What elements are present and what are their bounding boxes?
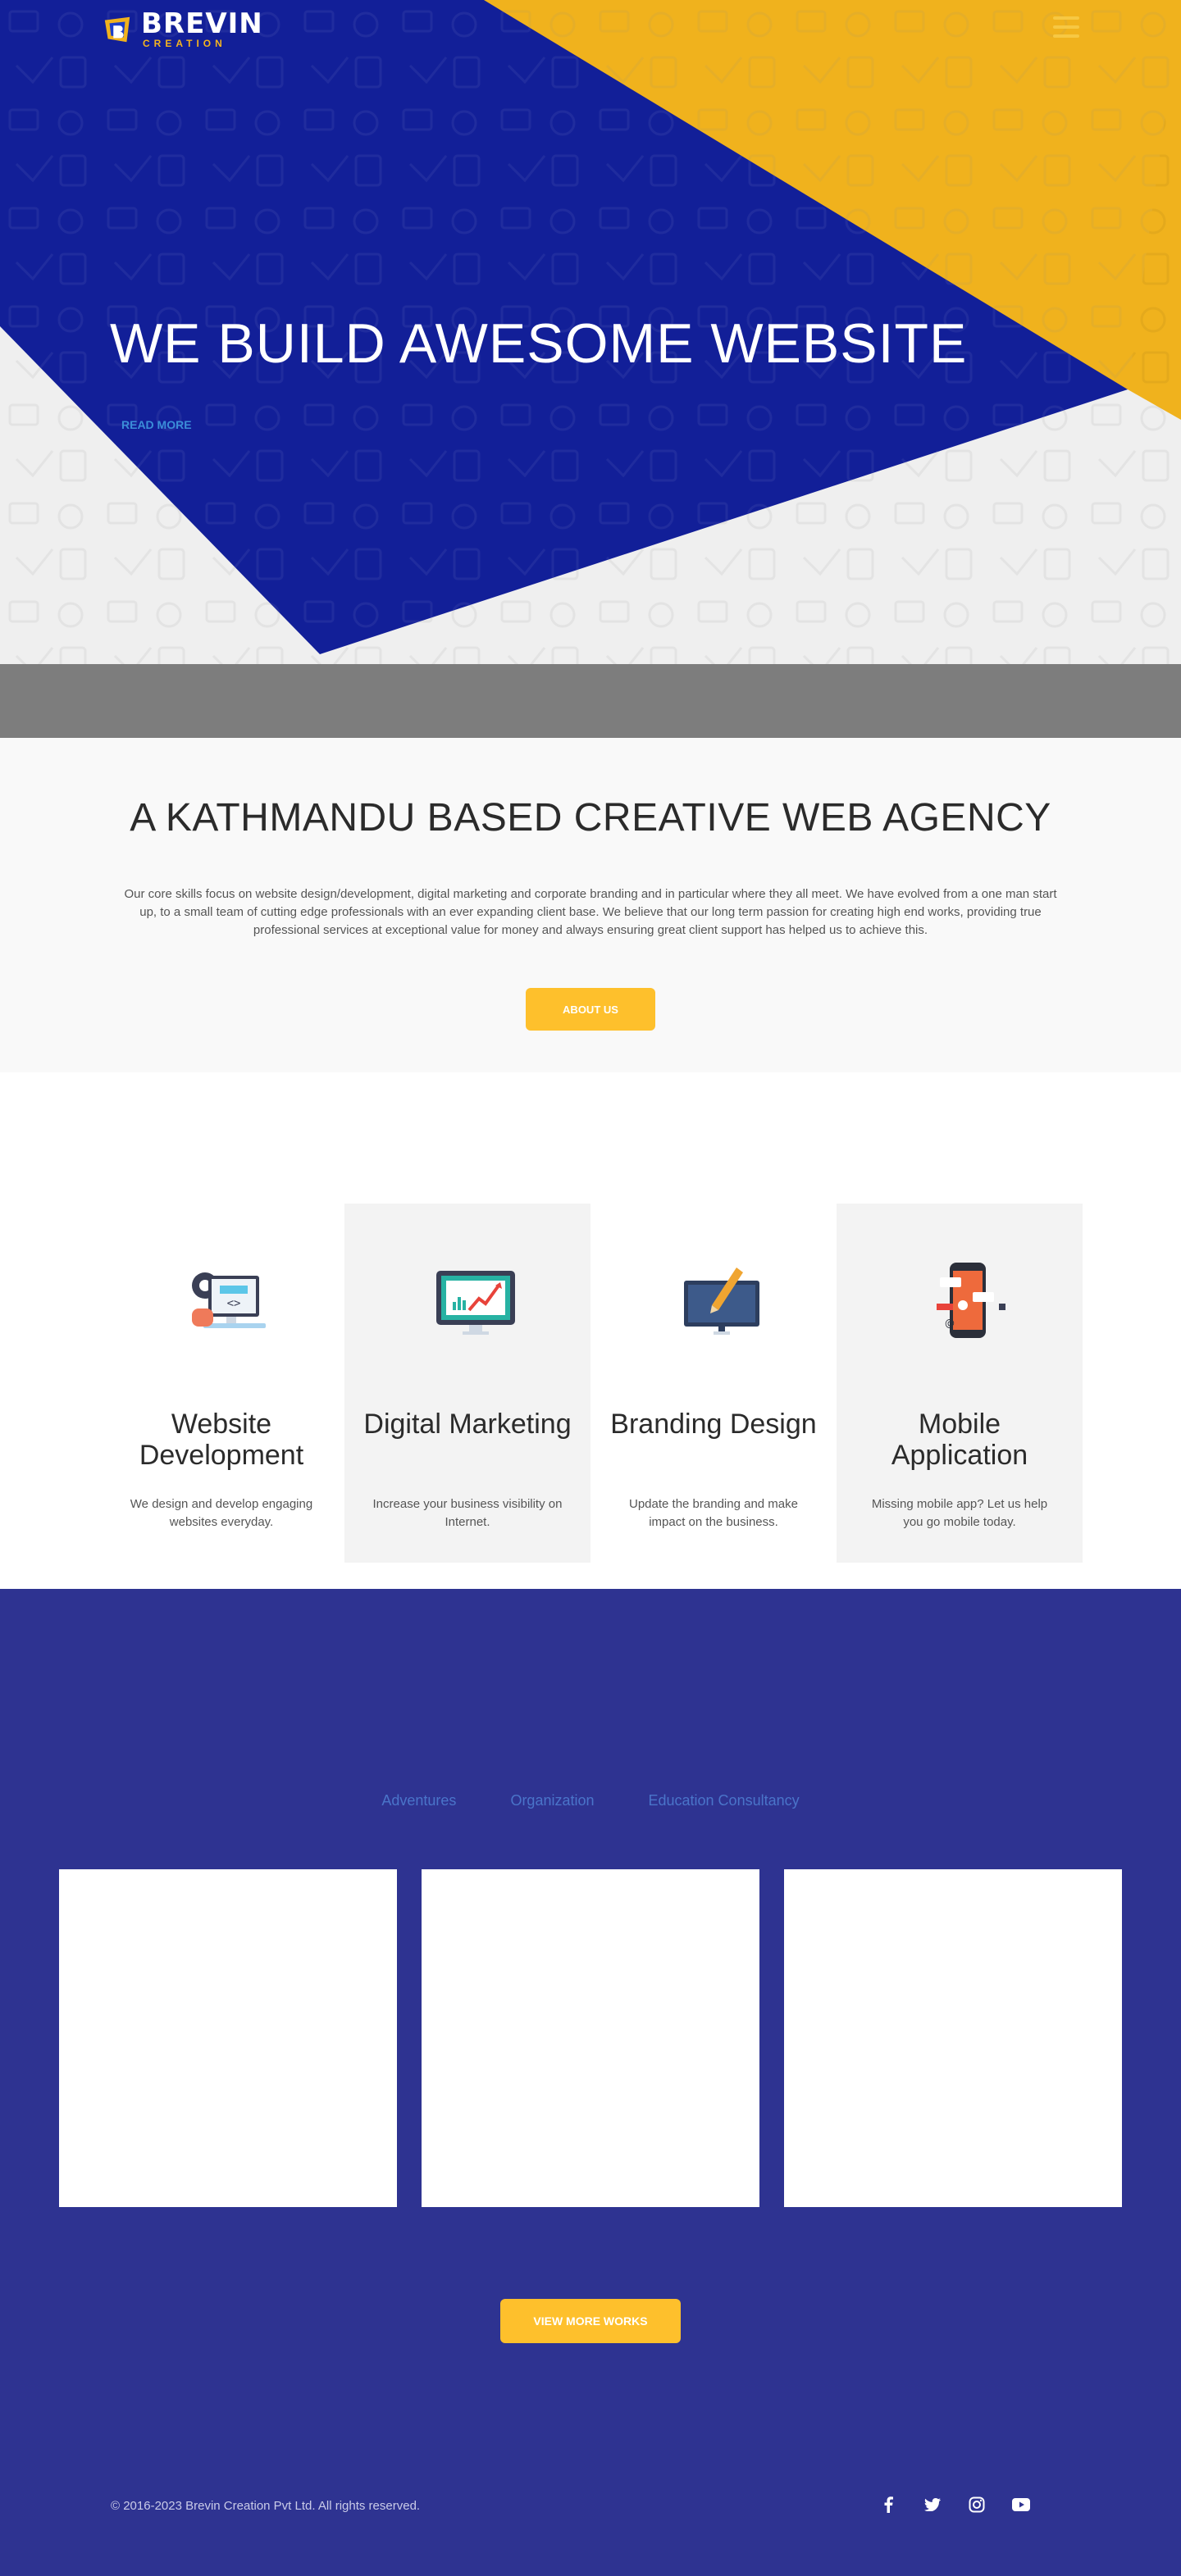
hero-section: BREVIN CREATION WE BUILD AWESOME WEBSITE… xyxy=(0,0,1181,664)
hamburger-icon[interactable] xyxy=(1053,16,1079,38)
about-text: Our core skills focus on website design/… xyxy=(124,887,1057,937)
view-more-works-button[interactable]: VIEW MORE WORKS xyxy=(500,2299,681,2343)
service-text: Missing mobile app? Let us help you go m… xyxy=(871,1497,1048,1529)
work-thumbnail[interactable] xyxy=(59,1869,397,2207)
filter-adventures[interactable]: Adventures xyxy=(381,1792,456,1809)
service-title: Mobile Application xyxy=(891,1409,1028,1471)
copyright-text: © 2016-2023 Brevin Creation Pvt Ltd. All… xyxy=(111,2499,421,2513)
brand-tagline: CREATION xyxy=(143,38,226,49)
work-thumbnail[interactable] xyxy=(784,1869,1122,2207)
brand-name: BREVIN xyxy=(141,7,263,40)
divider-band xyxy=(0,664,1181,738)
web-development-icon: <> xyxy=(192,1272,266,1328)
twitter-icon[interactable] xyxy=(919,2491,946,2519)
service-title: Digital Marketing xyxy=(363,1409,572,1440)
svg-text:@: @ xyxy=(945,1318,955,1329)
service-title: Branding Design xyxy=(610,1409,817,1440)
mobile-application-icon: @ xyxy=(937,1263,1005,1338)
digital-marketing-icon xyxy=(436,1271,515,1335)
svg-text:<>: <> xyxy=(227,1297,241,1310)
service-card-web-development[interactable]: <> Website Development We design and dev… xyxy=(98,1204,344,1563)
instagram-icon[interactable] xyxy=(963,2491,991,2519)
works-section: Adventures Organization Education Consul… xyxy=(0,1589,1181,2576)
service-text: Increase your business visibility on Int… xyxy=(372,1497,563,1529)
service-card-digital-marketing[interactable]: Digital Marketing Increase your business… xyxy=(344,1204,590,1563)
service-title: Website Development xyxy=(139,1409,304,1471)
brand-logo[interactable]: BREVIN CREATION xyxy=(102,10,263,48)
about-us-button[interactable]: ABOUT US xyxy=(526,988,655,1031)
filter-education-consultancy[interactable]: Education Consultancy xyxy=(649,1792,800,1809)
youtube-icon[interactable] xyxy=(1007,2491,1035,2519)
about-section: A KATHMANDU BASED CREATIVE WEB AGENCY Ou… xyxy=(0,738,1181,1072)
branding-design-icon xyxy=(684,1268,759,1335)
filter-organization[interactable]: Organization xyxy=(510,1792,594,1809)
service-card-branding-design[interactable]: Branding Design Update the branding and … xyxy=(590,1204,837,1563)
logo-icon xyxy=(104,16,130,42)
social-links xyxy=(874,2491,1035,2519)
service-text: We design and develop engaging websites … xyxy=(130,1497,313,1529)
service-text: Update the branding and make impact on t… xyxy=(629,1497,798,1529)
read-more-link[interactable]: READ MORE xyxy=(121,418,192,431)
works-filter-bar: Adventures Organization Education Consul… xyxy=(0,1792,1181,1809)
about-heading: A KATHMANDU BASED CREATIVE WEB AGENCY xyxy=(130,796,1051,840)
services-section: <> Website Development We design and dev… xyxy=(0,1072,1181,1589)
facebook-icon[interactable] xyxy=(874,2491,902,2519)
service-card-mobile-application[interactable]: @ Mobile Application Missing mobile app?… xyxy=(837,1204,1083,1563)
work-thumbnail[interactable] xyxy=(422,1869,759,2207)
hero-title: WE BUILD AWESOME WEBSITE xyxy=(110,312,968,375)
